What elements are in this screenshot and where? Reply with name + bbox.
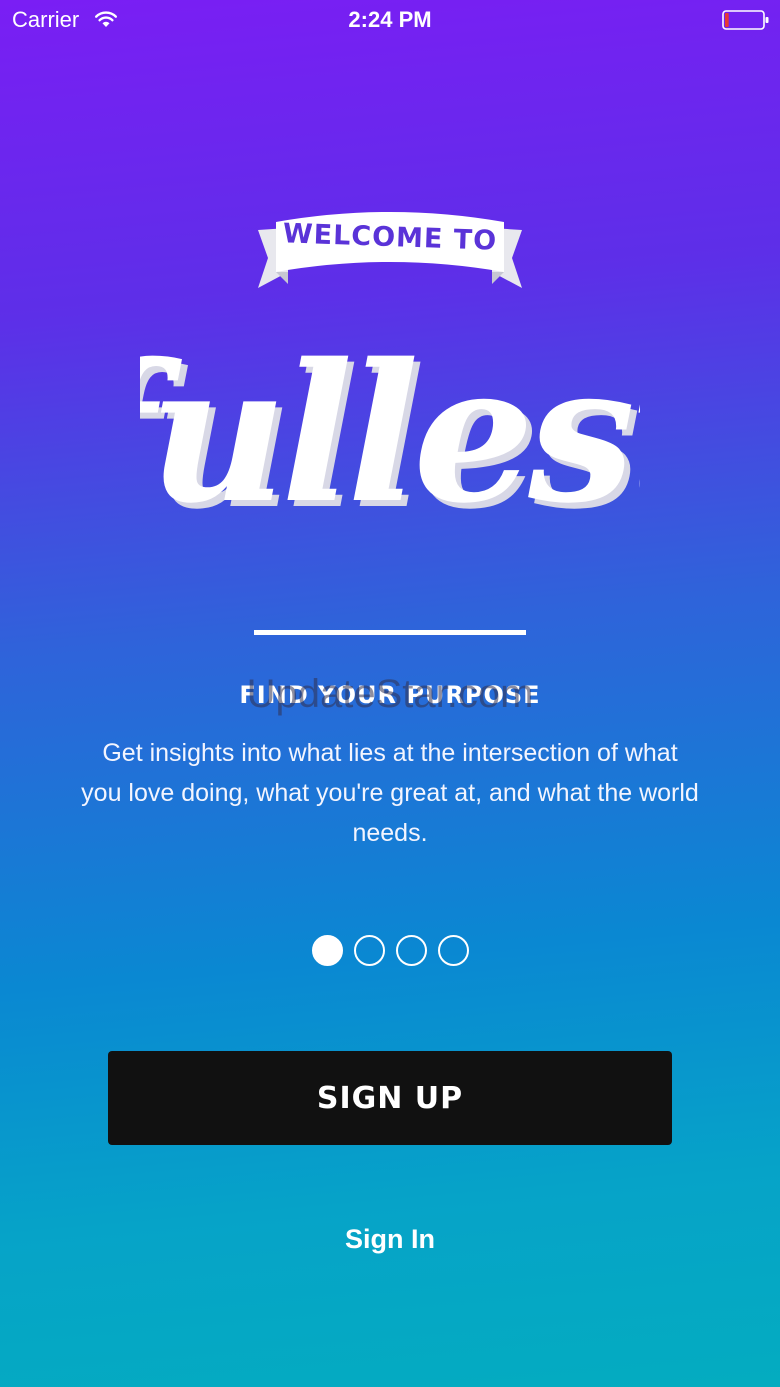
watermark: UpdateStar.com bbox=[246, 672, 534, 716]
page-dot-2[interactable] bbox=[354, 935, 385, 966]
page-indicator[interactable] bbox=[312, 935, 472, 967]
status-bar: Carrier 2:24 PM bbox=[0, 0, 780, 40]
battery-icon bbox=[722, 10, 769, 30]
fullest-logo-text: fullest bbox=[140, 340, 640, 540]
page-dot-4[interactable] bbox=[438, 935, 469, 966]
divider bbox=[254, 630, 526, 635]
fullest-logo: fullest fullest bbox=[140, 340, 640, 540]
sign-in-link[interactable]: Sign In bbox=[0, 1224, 780, 1255]
page-dot-3[interactable] bbox=[396, 935, 427, 966]
clock: 2:24 PM bbox=[348, 7, 432, 32]
page-dot-1[interactable] bbox=[312, 935, 343, 966]
sign-up-button[interactable]: SIGN UP bbox=[108, 1051, 672, 1145]
onboarding-description: Get insights into what lies at the inter… bbox=[81, 739, 699, 847]
